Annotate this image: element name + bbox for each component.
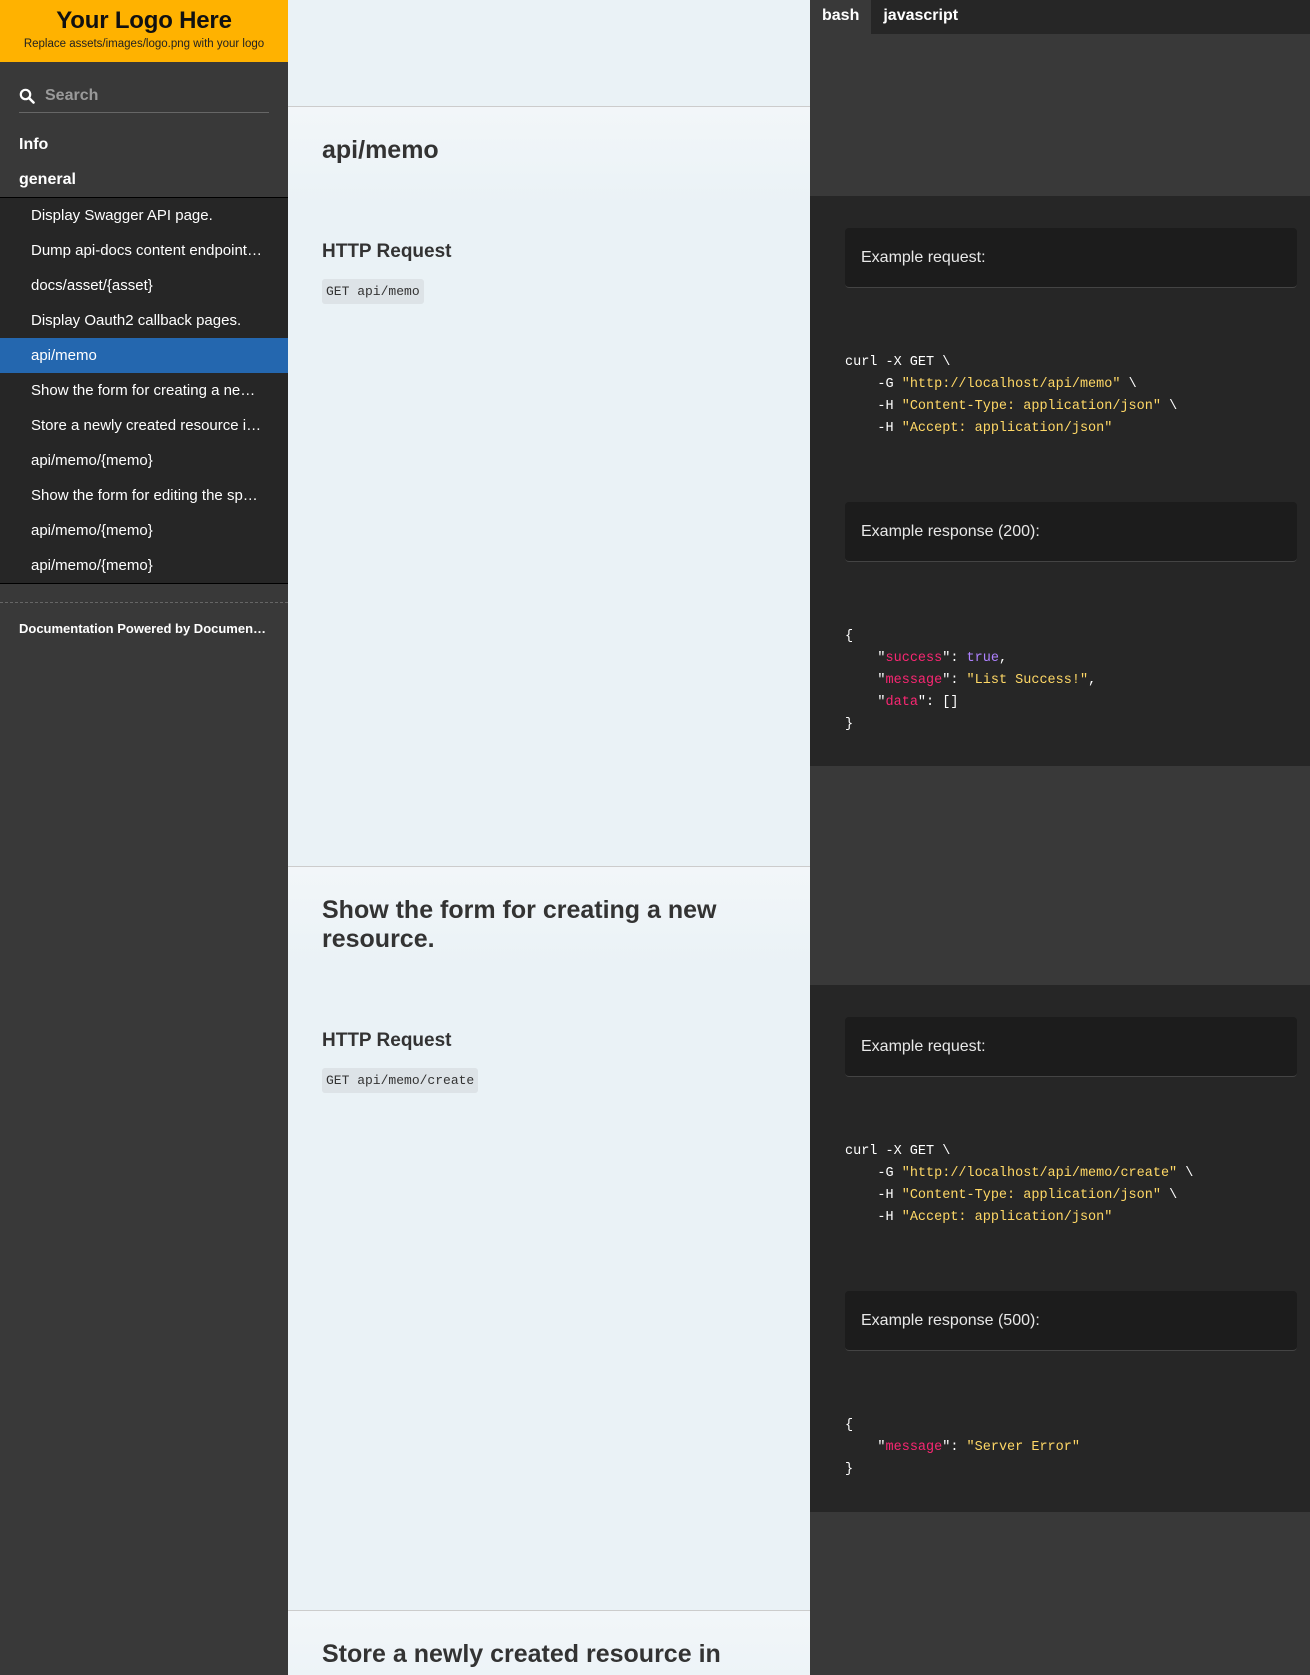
- toc-item-oauth2-callback[interactable]: Display Oauth2 callback pages.: [0, 303, 288, 338]
- logo-subtitle: Replace assets/images/logo.png with your…: [23, 38, 265, 50]
- logo-title: Your Logo Here: [56, 7, 232, 34]
- example-response-code: { "message": "Server Error" }: [845, 1418, 1080, 1477]
- section-store-resource: Store a newly created resource in: [288, 1610, 810, 1675]
- toc-item-edit-form[interactable]: Show the form for editing the specified …: [0, 478, 288, 513]
- section-title: Store a newly created resource in: [322, 1640, 721, 1668]
- section-title: api/memo: [322, 136, 439, 164]
- search-icon: [19, 88, 35, 104]
- toc-item-display-swagger[interactable]: Display Swagger API page.: [0, 198, 288, 233]
- code-block-api-memo: Example request: curl -X GET \ -G "http:…: [810, 196, 1310, 766]
- request-endpoint: GET api/memo: [322, 279, 424, 304]
- tab-javascript[interactable]: javascript: [871, 0, 970, 34]
- code-block-create-form: Example request: curl -X GET \ -G "http:…: [810, 985, 1310, 1512]
- toc-item-create-form[interactable]: Show the form for creating a new resourc…: [0, 373, 288, 408]
- example-request-label: Example request:: [845, 228, 1297, 288]
- toc-item-api-memo-update[interactable]: api/memo/{memo}: [0, 513, 288, 548]
- example-response-label: Example response (200):: [845, 502, 1297, 562]
- example-request-code: curl -X GET \ -G "http://localhost/api/m…: [845, 355, 1178, 436]
- http-request-heading: HTTP Request: [322, 241, 452, 262]
- toc-item-api-memo[interactable]: api/memo: [0, 338, 288, 373]
- section-title: Show the form for creating a new resourc…: [322, 896, 717, 953]
- toc-general-list: Display Swagger API page. Dump api-docs …: [0, 197, 288, 584]
- tab-bash[interactable]: bash: [810, 0, 872, 34]
- example-response-label: Example response (500):: [845, 1291, 1297, 1351]
- toc-item-dump-api-docs[interactable]: Dump api-docs content endpoint. Supports…: [0, 233, 288, 268]
- search-bar: [19, 80, 269, 113]
- toc-info[interactable]: Info: [0, 127, 288, 162]
- toc-footer[interactable]: Documentation Powered by Documentarian: [0, 602, 288, 636]
- http-request-heading: HTTP Request: [322, 1030, 452, 1051]
- example-request-label: Example request:: [845, 1017, 1297, 1077]
- code-column: bash javascript Example request: curl -X…: [810, 0, 1310, 1675]
- section-create-form: Show the form for creating a new resourc…: [288, 866, 810, 1611]
- example-response-code: { "success": true, "message": "List Succ…: [845, 629, 1097, 732]
- toc-general[interactable]: general: [0, 162, 288, 197]
- toc-item-api-memo-show[interactable]: api/memo/{memo}: [0, 443, 288, 478]
- language-tabs: bash javascript: [810, 0, 1310, 34]
- toc-item-docs-asset[interactable]: docs/asset/{asset}: [0, 268, 288, 303]
- sidebar: Your Logo Here Replace assets/images/log…: [0, 0, 288, 1675]
- content: api/memo HTTP Request GET api/memo Show …: [288, 0, 810, 1675]
- request-endpoint: GET api/memo/create: [322, 1068, 479, 1093]
- section-api-memo: api/memo HTTP Request GET api/memo: [288, 106, 810, 867]
- search-input[interactable]: [45, 87, 255, 105]
- toc-item-api-memo-delete[interactable]: api/memo/{memo}: [0, 548, 288, 583]
- example-request-code: curl -X GET \ -G "http://localhost/api/m…: [845, 1144, 1194, 1225]
- toc-item-store-resource[interactable]: Store a newly created resource in storag…: [0, 408, 288, 443]
- logo[interactable]: Your Logo Here Replace assets/images/log…: [0, 0, 288, 62]
